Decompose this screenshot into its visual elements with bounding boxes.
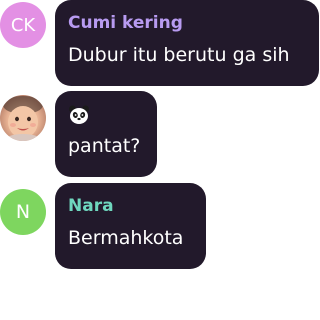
avatar[interactable]: N (0, 189, 46, 235)
message-bubble[interactable]: pantat? (55, 91, 157, 177)
message-text: Bermahkota (68, 227, 184, 249)
avatar-initials: N (15, 201, 31, 223)
sender-name[interactable]: Nara (68, 196, 193, 216)
avatar[interactable]: CK (0, 2, 46, 48)
chat-thread: CK Cumi kering Dubur itu berutu ga sih p… (0, 0, 319, 320)
avatar-initials: CK (10, 14, 36, 36)
message-text: Dubur itu berutu ga sih (68, 44, 290, 66)
avatar[interactable] (0, 95, 46, 141)
message-text: pantat? (68, 135, 141, 157)
message-bubble[interactable]: Cumi kering Dubur itu berutu ga sih (55, 0, 319, 86)
panda-icon (69, 105, 89, 124)
sender-name[interactable]: Cumi kering (68, 13, 306, 33)
baby-photo-icon (3, 96, 43, 141)
message-bubble[interactable]: Nara Bermahkota (55, 183, 206, 269)
